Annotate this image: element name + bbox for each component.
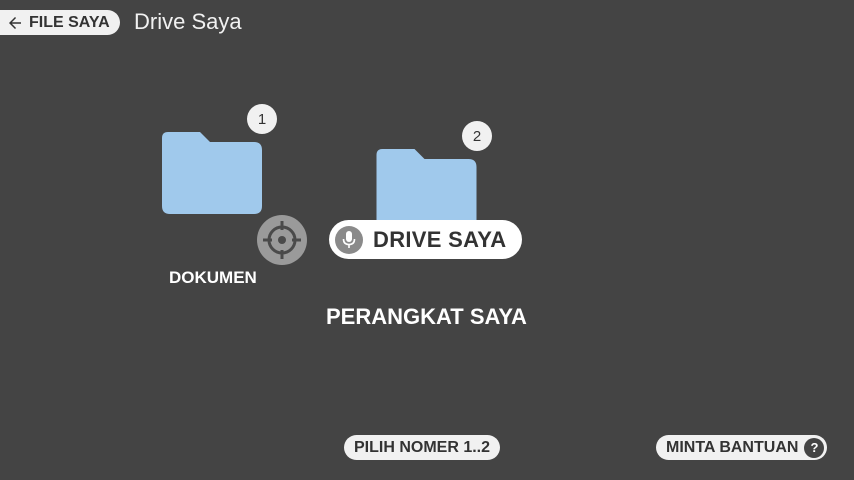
folder-label-dokumen: DOKUMEN (169, 268, 257, 287)
folder-dokumen[interactable] (162, 132, 262, 214)
voice-command-pill[interactable]: DRIVE SAYA (329, 220, 523, 259)
folder-perangkat-saya[interactable] (376, 149, 477, 220)
voice-command-label: DRIVE SAYA (373, 226, 507, 252)
back-button[interactable]: FILE SAYA (0, 10, 120, 35)
pick-number-button[interactable]: PILIH NOMER 1..2 (344, 435, 501, 460)
help-button[interactable]: MINTA BANTUAN ? (656, 435, 828, 460)
page-title: Drive Saya (134, 9, 242, 34)
folder-label-perangkat-saya: PERANGKAT SAYA (326, 304, 527, 329)
folder-number-badge: 2 (462, 121, 492, 151)
pick-number-label: PILIH NOMER 1..2 (354, 438, 491, 456)
crosshair-icon[interactable] (257, 215, 307, 265)
folder-icon (162, 132, 262, 214)
folder-number-badge: 1 (247, 104, 277, 134)
folder-icon (376, 149, 477, 220)
help-label: MINTA BANTUAN (666, 438, 799, 456)
back-button-label: FILE SAYA (29, 13, 110, 31)
question-icon: ? (804, 437, 825, 458)
screen: FILE SAYA Drive Saya 1 DOKUMEN 2 PERANGK… (0, 0, 854, 480)
arrow-left-icon (6, 14, 24, 32)
mic-icon (335, 225, 363, 254)
